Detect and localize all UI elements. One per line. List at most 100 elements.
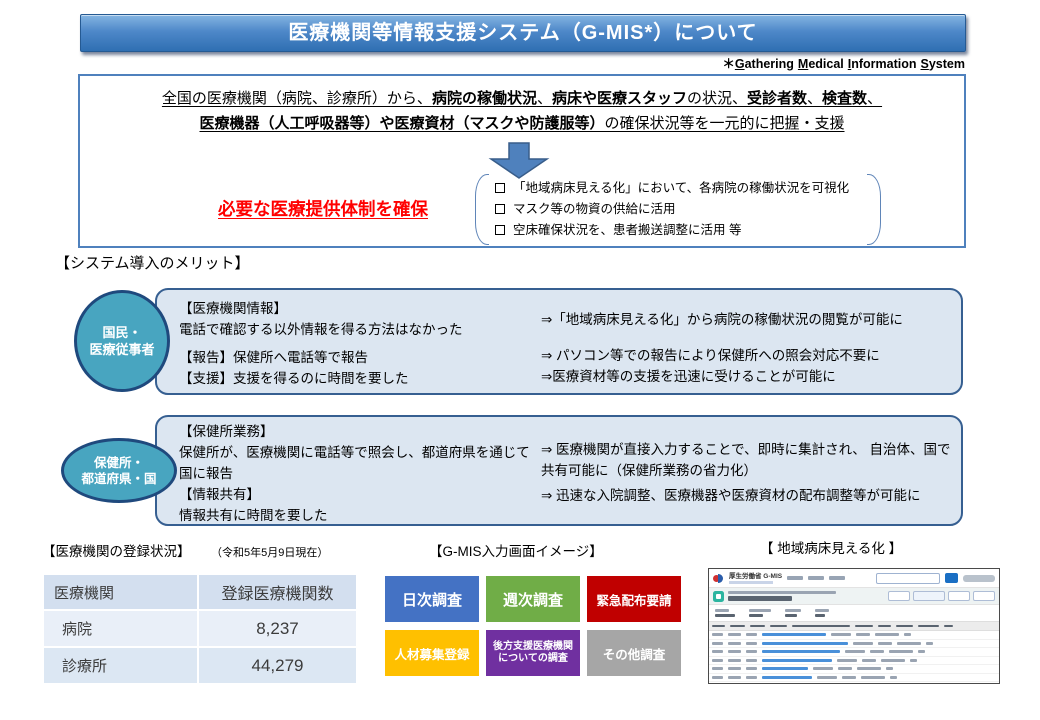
filter-label-bar xyxy=(815,609,829,612)
goal-label: 必要な医療提供体制を確保 xyxy=(218,196,428,221)
merit-after-column: ⇒「地域病床見える化」から病院の稼働状況の閲覧が可能に⇒ パソコン等での報告によ… xyxy=(537,290,961,393)
filter-value-bar xyxy=(785,614,797,617)
cell-bar xyxy=(712,633,723,636)
table-header-row: 医療機関登録医療機関数 xyxy=(44,575,356,609)
merit-line: 【支援】支援を得るのに時間を要した xyxy=(179,368,537,389)
merit-line: 【保健所業務】 xyxy=(179,421,537,442)
cell-bar xyxy=(728,650,741,653)
actor-label-line: 医療従事者 xyxy=(89,341,154,358)
row-label-cell: 診療所 xyxy=(44,648,197,683)
filter-value-bar xyxy=(715,614,735,617)
screenshot-table-row xyxy=(709,648,999,657)
screenshot-table-row xyxy=(709,682,999,684)
screenshot-header: 厚生労働省 G-MIS xyxy=(709,569,999,588)
checkbox-icon xyxy=(495,183,505,193)
link-cell-bar xyxy=(762,642,848,645)
column-header-bar xyxy=(712,625,725,628)
overview-text-segment: 受診者数 xyxy=(747,90,807,107)
bed-visibility-heading: 【 地域病床見える化 】 xyxy=(760,537,902,557)
toolbar-button xyxy=(973,591,995,601)
cell-bar xyxy=(712,642,723,645)
report-tile-icon xyxy=(713,591,724,602)
checklist-item: 空床確保状況を、患者搬送調整に活用 等 xyxy=(493,220,863,241)
cell-bar xyxy=(926,642,933,645)
filter-group xyxy=(785,609,801,617)
row-value-cell: 44,279 xyxy=(199,648,356,683)
column-header-bar xyxy=(896,625,913,628)
screenshot-table-row xyxy=(709,665,999,674)
acronym-word: Gathering xyxy=(735,57,794,71)
cell-bar xyxy=(845,650,865,653)
merit-box-government: 【保健所業務】保健所が、医療機関に電話等で照会し、都道府県を通じて国に報告【情報… xyxy=(155,415,963,526)
checklist-item: マスク等の物資の供給に活用 xyxy=(493,199,863,220)
survey-button[interactable]: 後方支援医療機関 についての調査 xyxy=(486,630,580,676)
column-header-bar xyxy=(878,625,891,628)
cell-bar xyxy=(870,650,884,653)
checklist-text: 空床確保状況を、患者搬送調整に活用 等 xyxy=(513,220,741,241)
cell-bar xyxy=(728,659,741,662)
actor-label-line: 都道府県・国 xyxy=(81,471,156,487)
usage-checklist: 「地域病床見える化」において、各病院の稼働状況を可視化マスク等の物資の供給に活用… xyxy=(475,174,881,245)
cell-bar xyxy=(861,676,885,679)
screenshot-table-row xyxy=(709,674,999,683)
screenshot-search-input xyxy=(876,573,940,584)
survey-button[interactable]: 緊急配布要請 xyxy=(587,576,681,622)
merit-line: ⇒ 医療機関が直接入力することで、即時に集計され、 自治体、国で共有可能に（保健… xyxy=(541,439,953,481)
checklist-item: 「地域病床見える化」において、各病院の稼働状況を可視化 xyxy=(493,178,863,199)
survey-button[interactable]: 日次調査 xyxy=(385,576,479,622)
merit-before-column: 【医療機関情報】電話で確認する以外情報を得る方法はなかった【報告】保健所へ電話等… xyxy=(157,290,537,393)
column-header-bar xyxy=(855,625,873,628)
screenshot-nav-item xyxy=(787,576,803,580)
screenshot-table-body xyxy=(709,631,999,684)
merit-line: ⇒「地域病床見える化」から病院の稼働状況の閲覧が可能に xyxy=(541,309,953,330)
cell-bar xyxy=(746,642,757,645)
cell-bar xyxy=(728,633,741,636)
cell-bar xyxy=(746,650,757,653)
merit-before-column: 【保健所業務】保健所が、医療機関に電話等で照会し、都道府県を通じて国に報告【情報… xyxy=(157,417,537,524)
overview-text-segment: 全国の医療機関（病院、診療所）から、 xyxy=(162,90,432,107)
merit-box-citizens: 【医療機関情報】電話で確認する以外情報を得る方法はなかった【報告】保健所へ電話等… xyxy=(155,288,963,395)
screenshot-report-bar xyxy=(709,588,999,605)
registration-date: （令和5年5月9日現在） xyxy=(211,544,328,560)
screenshot-nav-item xyxy=(808,576,824,580)
cell-bar xyxy=(853,642,873,645)
merit-line: ⇒ 迅速な入院調整、医療機器や医療資材の配布調整等が可能に xyxy=(541,485,953,506)
link-cell-bar xyxy=(762,633,826,636)
acronym-word: Information xyxy=(848,57,917,71)
table-header-cell: 医療機関 xyxy=(44,575,197,609)
row-label-cell: 病院 xyxy=(44,611,197,646)
report-breadcrumb-bar xyxy=(728,591,836,594)
cell-bar xyxy=(862,659,876,662)
gmis-acronym-note: ＊GatheringMedicalInformationSystem xyxy=(722,53,965,72)
cell-bar xyxy=(838,667,852,670)
acronym-word: Medical xyxy=(798,57,844,71)
survey-button[interactable]: その他調査 xyxy=(587,630,681,676)
actor-ellipse-government: 保健所・都道府県・国 xyxy=(61,438,177,503)
survey-button[interactable]: 週次調査 xyxy=(486,576,580,622)
actor-label-line: 保健所・ xyxy=(94,455,144,471)
slide-canvas: 医療機関等情報支援システム（G-MIS*）について ＊GatheringMedi… xyxy=(0,0,1040,720)
overview-text-segment: 病院の稼働状況 xyxy=(432,90,537,107)
cell-bar xyxy=(712,676,723,679)
overview-box: 全国の医療機関（病院、診療所）から、病院の稼働状況、病床や医療スタッフの状況、受… xyxy=(78,74,966,248)
cell-bar xyxy=(712,659,723,662)
registration-heading: 【医療機関の登録状況】 xyxy=(42,540,191,560)
screenshot-search-button xyxy=(945,573,958,583)
filter-label-bar xyxy=(785,609,801,612)
registration-table: 医療機関登録医療機関数病院8,237診療所44,279 xyxy=(42,573,358,685)
cell-bar xyxy=(890,676,897,679)
cell-bar xyxy=(889,650,913,653)
screenshot-table-row xyxy=(709,631,999,640)
overview-description: 全国の医療機関（病院、診療所）から、病院の稼働状況、病床や医療スタッフの状況、受… xyxy=(80,76,964,136)
merit-line: 【報告】保健所へ電話等で報告 xyxy=(179,347,537,368)
checklist-items: 「地域病床見える化」において、各病院の稼働状況を可視化マスク等の物資の供給に活用… xyxy=(493,178,863,241)
cell-bar xyxy=(712,650,723,653)
checkbox-icon xyxy=(495,204,505,214)
actor-ellipse-citizens: 国民・医療従事者 xyxy=(74,290,170,392)
screenshot-filters xyxy=(709,605,999,621)
survey-button[interactable]: 人材募集登録 xyxy=(385,630,479,676)
screenshot-app-subtitle-bar xyxy=(729,581,773,584)
toolbar-button xyxy=(948,591,970,601)
overview-text-segment: 検査数 xyxy=(822,90,867,107)
column-header-bar xyxy=(770,625,787,628)
